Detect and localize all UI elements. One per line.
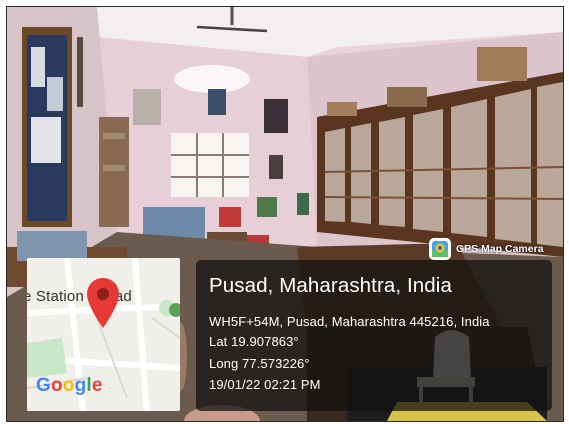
app-watermark: GPS Map Camera <box>429 235 559 263</box>
google-logo: Google <box>36 375 103 396</box>
latitude-text: Lat 19.907863° <box>209 334 299 349</box>
gps-map-camera-icon <box>429 238 451 260</box>
photo-frame: GPS Map Camera e Station Pusad Google Pu… <box>6 6 564 422</box>
map-thumbnail[interactable]: e Station Pusad Google <box>27 258 180 411</box>
datetime-text: 19/01/22 02:21 PM <box>209 377 321 392</box>
address-text: WH5F+54M, Pusad, Maharashtra 445216, Ind… <box>209 314 490 329</box>
location-pin-icon <box>87 278 119 328</box>
longitude-text: Long 77.573226° <box>209 356 310 371</box>
location-info-panel: Pusad, Maharashtra, India WH5F+54M, Pusa… <box>196 260 552 411</box>
location-title: Pusad, Maharashtra, India <box>209 274 452 297</box>
watermark-label: GPS Map Camera <box>456 243 544 255</box>
